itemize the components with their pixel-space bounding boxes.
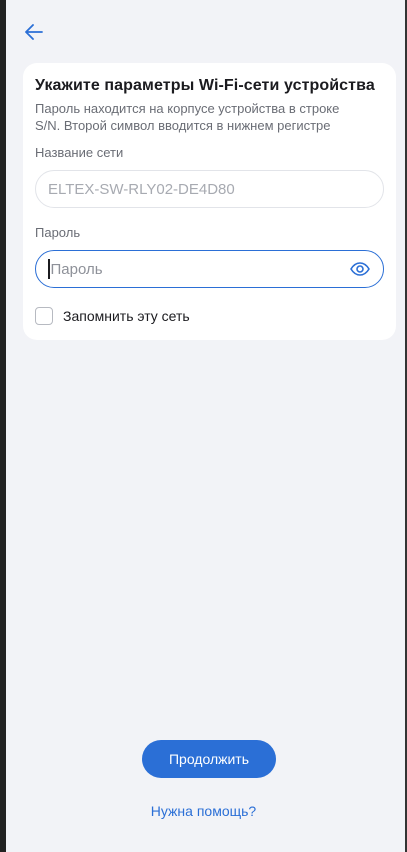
eye-icon[interactable] [349, 258, 371, 280]
network-name-value: ELTEX-SW-RLY02-DE4D80 [48, 180, 235, 198]
network-name-label: Название сети [35, 145, 124, 160]
text-caret [48, 259, 50, 279]
help-link[interactable]: Нужна помощь? [0, 803, 407, 819]
remember-network-checkbox[interactable] [35, 307, 53, 325]
arrow-left-icon [25, 24, 43, 40]
password-field[interactable]: Пароль [35, 250, 384, 288]
back-button[interactable] [20, 18, 48, 46]
network-name-field: ELTEX-SW-RLY02-DE4D80 [35, 170, 384, 208]
wifi-settings-card: Укажите параметры Wi-Fi-сети устройства … [23, 63, 396, 340]
remember-network-row[interactable]: Запомнить эту сеть [35, 307, 190, 325]
description-line-2: S/N. Второй символ вводится в нижнем рег… [35, 118, 331, 133]
remember-network-label: Запомнить эту сеть [63, 308, 190, 324]
card-description: Пароль находится на корпусе устройства в… [35, 100, 384, 134]
card-title: Укажите параметры Wi-Fi-сети устройства [35, 77, 375, 94]
password-label: Пароль [35, 225, 81, 240]
password-placeholder: Пароль [50, 260, 103, 278]
description-line-1: Пароль находится на корпусе устройства в… [35, 101, 340, 116]
left-edge [0, 0, 6, 852]
continue-button[interactable]: Продолжить [142, 740, 276, 778]
